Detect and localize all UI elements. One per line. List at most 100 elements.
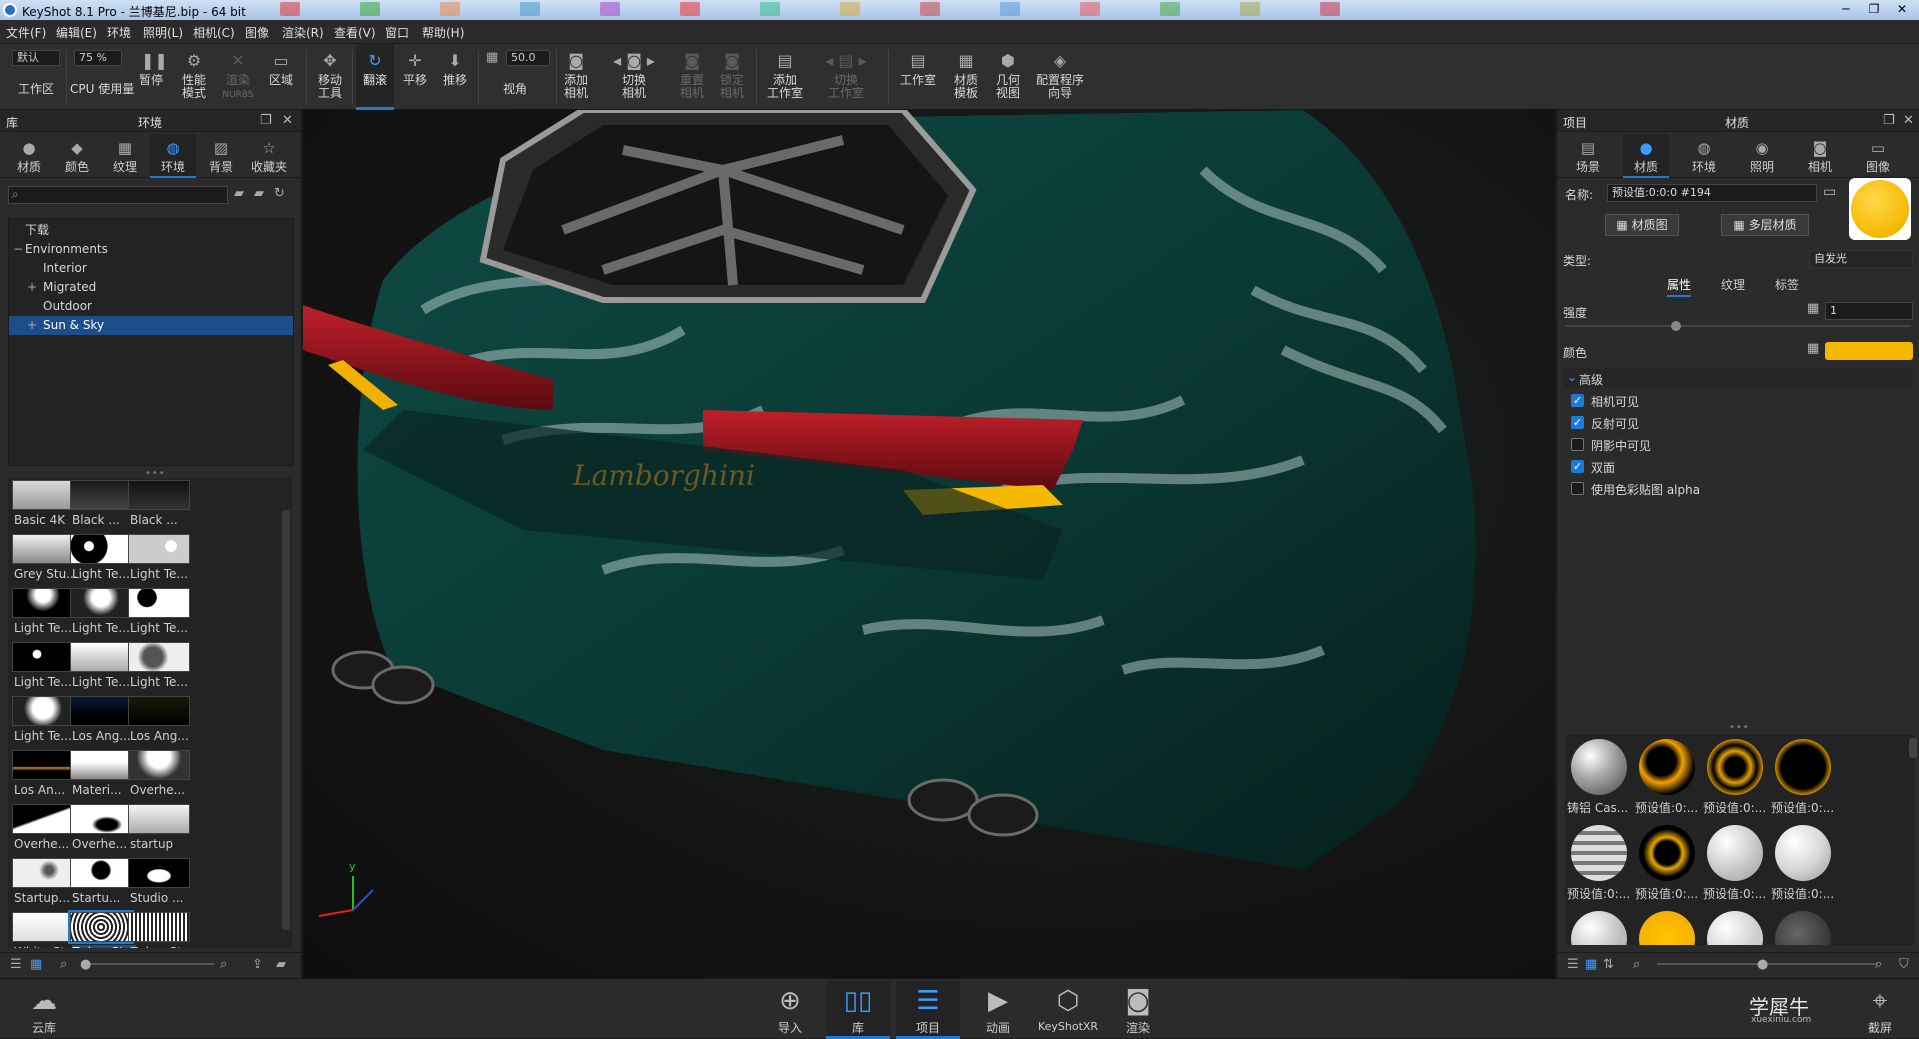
pan-button[interactable]: ✛ 平移 [400, 44, 430, 110]
environment-thumbnail[interactable]: Startup... [8, 858, 74, 912]
undock-icon[interactable]: ❐ [260, 113, 272, 128]
switch-studio-button[interactable]: ◂ ▤ ▸ 切换 工作室 [818, 44, 874, 110]
studio-button[interactable]: ▤ 工作室 [896, 44, 940, 110]
environment-thumbnail[interactable]: Startu... [66, 858, 132, 912]
tab-scene[interactable]: ▤ 场景 [1565, 134, 1611, 178]
move-tool-button[interactable]: ✥ 移动 工具 [312, 44, 348, 110]
list-view-icon[interactable]: ☰ [1567, 957, 1579, 972]
advanced-section-header[interactable]: ⌄ 高级 [1563, 368, 1913, 388]
material-thumbnail[interactable]: 预设值:0:... [1633, 735, 1701, 815]
cpu-usage-select[interactable]: 75 % [74, 50, 122, 66]
slider-handle[interactable]: ● [1757, 957, 1768, 972]
render-viewport[interactable]: Lamborghini y [303, 110, 1555, 978]
menu-view[interactable]: 查看(V) [334, 24, 376, 41]
menu-environment[interactable]: 环境 [107, 24, 131, 41]
tab-favorites[interactable]: ☆ 收藏夹 [246, 134, 292, 178]
environment-thumbnail[interactable]: Los Ang... [124, 696, 190, 750]
environment-thumbnail[interactable]: Light Te... [66, 588, 132, 642]
menu-image[interactable]: 图像 [245, 24, 269, 41]
material-thumbnail[interactable]: 预设值:0:... [1769, 735, 1837, 815]
tree-item[interactable]: + Migrated [9, 278, 293, 297]
material-thumbnail[interactable]: 预设值:0:... [1701, 821, 1769, 901]
materials-scrollbar[interactable] [1909, 738, 1917, 758]
option-checkbox[interactable]: ✓ [1571, 416, 1584, 429]
folder-sync-icon[interactable]: ▰ [276, 957, 286, 972]
environment-thumbnail[interactable]: Light Te... [124, 642, 190, 696]
minimize-button[interactable]: ─ [1832, 1, 1860, 18]
material-graph-button[interactable]: ▦ 材质图 [1605, 214, 1679, 236]
splitter-grip[interactable]: ••• [1729, 722, 1750, 733]
option-checkbox[interactable] [1571, 438, 1584, 451]
render-nurbs-button[interactable]: ✕ 渲染 NURBS [218, 44, 258, 110]
tab-lighting[interactable]: ◉ 照明 [1739, 134, 1785, 178]
add-studio-button[interactable]: ▤ 添加 工作室 [764, 44, 806, 110]
environment-thumbnail[interactable]: Light Te... [66, 534, 132, 588]
cloud-library-button[interactable]: ☁ 云库 [12, 981, 76, 1039]
library-button[interactable]: ▯▯ 库 [826, 981, 890, 1039]
tree-item[interactable]: 下载 [9, 221, 293, 240]
environment-thumbnail[interactable]: Light Te... [8, 642, 74, 696]
material-thumbnail[interactable] [1769, 907, 1837, 945]
tree-item[interactable]: Outdoor [9, 297, 293, 316]
collapse-icon[interactable]: − [13, 240, 23, 259]
filter-icon[interactable]: ⛉ [1899, 957, 1909, 972]
environment-thumbnail[interactable]: Overhe... [66, 804, 132, 858]
environment-thumbnail[interactable]: Light Te... [124, 534, 190, 588]
menu-camera[interactable]: 相机(C) [193, 24, 235, 41]
color-swatch[interactable] [1825, 342, 1913, 360]
environment-thumbnail[interactable]: Grey Stu... [8, 534, 78, 588]
menu-window[interactable]: 窗口 [385, 24, 409, 41]
material-thumbnail[interactable] [1633, 907, 1701, 945]
folder-add-icon[interactable]: ▰ [254, 186, 264, 201]
tab-image[interactable]: ▭ 图像 [1855, 134, 1901, 178]
reset-camera-button[interactable]: ◙ 重置 相机 [676, 44, 708, 110]
tumble-button[interactable]: ↻ 翻滚 [356, 44, 394, 110]
material-thumbnail[interactable]: 预设值:0:... [1565, 821, 1633, 901]
environment-thumbnail[interactable]: White St... [8, 912, 76, 948]
zoom-in-icon[interactable]: ⌕ [1875, 957, 1882, 972]
undock-icon[interactable]: ❐ [1883, 113, 1895, 128]
tab-environments[interactable]: ◍ 环境 [150, 134, 196, 178]
field-of-view-input[interactable]: 50.0 [506, 50, 550, 66]
material-thumbnail[interactable]: 预设值:0:... [1769, 821, 1837, 901]
menu-render[interactable]: 渲染(R) [282, 24, 324, 41]
switch-camera-button[interactable]: ◂ ◙ ▸ 切换 相机 [606, 44, 662, 110]
environment-thumbnail[interactable]: Zebra St... [66, 910, 136, 948]
environment-thumbnail[interactable]: startup [124, 804, 190, 858]
tree-item[interactable]: − Environments [9, 240, 293, 259]
environment-thumbnail[interactable]: Studio ... [124, 858, 190, 912]
tree-item[interactable]: + Sun & Sky [9, 316, 293, 335]
zoom-out-icon[interactable]: ⌕ [60, 957, 67, 972]
environment-thumbnail[interactable]: Los Ang... [66, 696, 132, 750]
grid-view-icon[interactable]: ▦ [30, 957, 42, 972]
material-thumbnail[interactable]: 预设值:0:... [1701, 735, 1769, 815]
material-name-input[interactable]: 预设值:0:0:0 #194 [1607, 184, 1817, 202]
tab-colors[interactable]: ◆ 颜色 [54, 134, 100, 178]
pause-button[interactable]: ❚❚ 暂停 [136, 44, 168, 110]
folder-open-icon[interactable]: ▰ [234, 186, 244, 201]
lock-camera-button[interactable]: ◙ 锁定 相机 [716, 44, 748, 110]
option-checkbox[interactable]: ✓ [1571, 460, 1584, 473]
intensity-input[interactable]: 1 [1825, 302, 1913, 320]
environment-thumbnail[interactable]: Overhe... [124, 750, 190, 804]
subtab-properties[interactable]: 属性 [1667, 276, 1692, 297]
environment-thumbnail[interactable]: Light Te... [66, 642, 132, 696]
environment-thumbnail[interactable]: Light Te... [8, 696, 74, 750]
close-panel-icon[interactable]: ✕ [1903, 113, 1914, 128]
texture-map-icon[interactable]: ▦ [1807, 341, 1819, 356]
save-material-icon[interactable]: ▭ [1823, 184, 1836, 200]
subtab-labels[interactable]: 标签 [1775, 276, 1799, 293]
keyshotxr-button[interactable]: ⬡ KeyShotXR [1036, 981, 1100, 1039]
close-window-button[interactable]: ✕ [1888, 1, 1916, 18]
environment-thumbnail[interactable]: Black ... [66, 480, 132, 534]
upload-icon[interactable]: ⇪ [252, 957, 263, 972]
library-search-input[interactable]: ⌕ [8, 186, 228, 204]
menu-file[interactable]: 文件(F) [6, 24, 46, 41]
animation-button[interactable]: ▶ 动画 [966, 981, 1030, 1039]
project-button[interactable]: ☰ 项目 [896, 981, 960, 1039]
material-thumbnail[interactable]: 铸铝 Cas... [1565, 735, 1633, 815]
environment-thumbnail[interactable]: Basic 4K [8, 480, 74, 534]
material-thumbnail[interactable] [1565, 907, 1633, 945]
import-button[interactable]: ⊕ 导入 [758, 981, 822, 1039]
restore-button[interactable]: ❐ [1860, 1, 1888, 18]
